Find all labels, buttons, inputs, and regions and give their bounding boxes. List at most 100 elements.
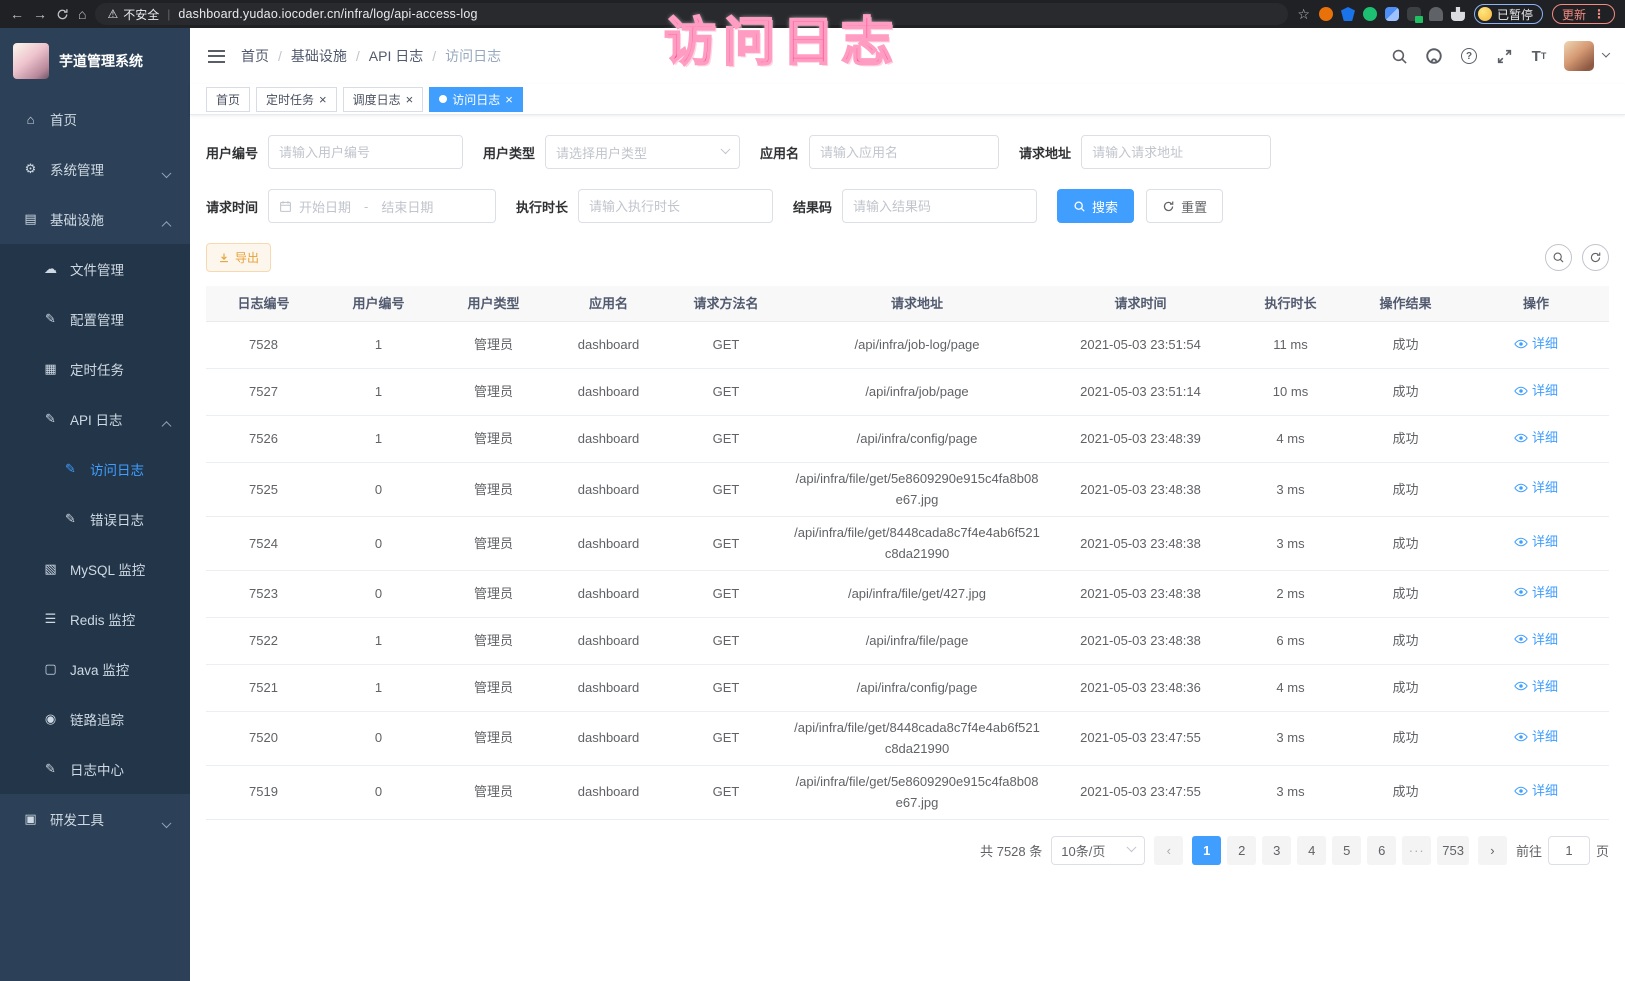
user-type-select[interactable]: 请选择用户类型	[545, 135, 740, 169]
next-page-button[interactable]: ›	[1478, 836, 1507, 865]
security-warning[interactable]: ⚠ 不安全	[107, 6, 159, 23]
detail-link[interactable]: 详细	[1514, 582, 1558, 603]
duration-input[interactable]	[578, 189, 773, 223]
extension-icon[interactable]	[1429, 7, 1443, 21]
reset-button[interactable]: 重置	[1146, 189, 1223, 223]
sidebar-item[interactable]: ▣研发工具	[0, 794, 190, 844]
page-button[interactable]: 5	[1332, 836, 1361, 865]
detail-link[interactable]: 详细	[1514, 726, 1558, 747]
extension-icon[interactable]	[1407, 7, 1421, 21]
detail-link[interactable]: 详细	[1514, 531, 1558, 552]
page-button[interactable]: 753	[1437, 836, 1469, 865]
field-label: 结果码	[793, 197, 832, 216]
sidebar-item[interactable]: ⌂首页	[0, 94, 190, 144]
fullscreen-icon[interactable]	[1494, 46, 1514, 66]
more-pages-icon[interactable]: ···	[1402, 836, 1431, 865]
github-icon[interactable]	[1424, 46, 1444, 66]
cell-app: dashboard	[551, 479, 666, 500]
cell-app: dashboard	[551, 583, 666, 604]
page-button[interactable]: 2	[1227, 836, 1256, 865]
cell-method: GET	[666, 781, 786, 802]
hamburger-icon[interactable]	[206, 46, 227, 67]
prev-page-button[interactable]: ‹	[1154, 836, 1183, 865]
home-button[interactable]: ⌂	[78, 7, 86, 21]
detail-link[interactable]: 详细	[1514, 333, 1558, 354]
extensions-puzzle-icon[interactable]	[1451, 7, 1465, 21]
refresh-button[interactable]	[1582, 244, 1609, 271]
request-url-input[interactable]	[1081, 135, 1271, 169]
close-icon[interactable]: ×	[319, 93, 327, 106]
sidebar-item[interactable]: ▧MySQL 监控	[0, 544, 190, 594]
cell-action: 详细	[1463, 477, 1609, 501]
detail-link[interactable]: 详细	[1514, 676, 1558, 697]
detail-link[interactable]: 详细	[1514, 427, 1558, 448]
extension-icon[interactable]	[1363, 7, 1377, 21]
tab-0[interactable]: 首页	[206, 87, 250, 112]
date-range-picker[interactable]: 开始日期 - 结束日期	[268, 189, 496, 223]
extension-icon[interactable]	[1341, 7, 1355, 21]
back-button[interactable]: ←	[10, 7, 24, 21]
caret-down-icon[interactable]	[1603, 47, 1609, 65]
breadcrumb-item[interactable]: 首页	[241, 46, 269, 66]
tab-2[interactable]: 调度日志×	[343, 87, 424, 112]
sidebar-item-label: 研发工具	[50, 809, 104, 829]
search-button[interactable]: 搜索	[1057, 189, 1134, 223]
page-button[interactable]: 4	[1297, 836, 1326, 865]
cell-action: 详细	[1463, 582, 1609, 606]
app-name-input[interactable]	[809, 135, 999, 169]
search-icon[interactable]	[1389, 46, 1409, 66]
detail-link[interactable]: 详细	[1514, 629, 1558, 650]
extension-icon[interactable]	[1319, 7, 1333, 21]
font-size-icon[interactable]: TT	[1529, 46, 1549, 66]
sidebar-item[interactable]: ✎日志中心	[0, 744, 190, 794]
close-icon[interactable]: ×	[505, 93, 513, 106]
sidebar-item[interactable]: ☁文件管理	[0, 244, 190, 294]
tab-3[interactable]: 访问日志×	[429, 87, 523, 112]
cell-time: 2021-05-03 23:48:38	[1048, 630, 1233, 651]
detail-link[interactable]: 详细	[1514, 380, 1558, 401]
app-logo: 芋道管理系统	[0, 28, 190, 94]
detail-link[interactable]: 详细	[1514, 477, 1558, 498]
bookmark-star-icon[interactable]: ☆	[1297, 7, 1310, 21]
goto-page-input[interactable]	[1548, 836, 1590, 865]
sidebar-item[interactable]: ✎错误日志	[0, 494, 190, 544]
user-id-input[interactable]	[268, 135, 463, 169]
tab-1[interactable]: 定时任务×	[256, 87, 337, 112]
url-text: dashboard.yudao.iocoder.cn/infra/log/api…	[178, 7, 477, 21]
breadcrumb-item[interactable]: API 日志	[369, 46, 423, 66]
help-icon[interactable]: ?	[1459, 46, 1479, 66]
sidebar-item[interactable]: ☰Redis 监控	[0, 594, 190, 644]
chevron-down-icon	[1128, 843, 1135, 858]
detail-link[interactable]: 详细	[1514, 780, 1558, 801]
close-icon[interactable]: ×	[406, 93, 414, 106]
breadcrumb-item[interactable]: 基础设施	[291, 46, 347, 66]
update-button[interactable]: 更新 ⋮	[1552, 4, 1615, 24]
sidebar-item[interactable]: ✎访问日志	[0, 444, 190, 494]
range-separator: -	[358, 199, 374, 214]
sidebar-item[interactable]: ✎配置管理	[0, 294, 190, 344]
reload-button[interactable]	[56, 8, 69, 21]
toggle-search-button[interactable]	[1545, 244, 1572, 271]
export-button[interactable]: 导出	[206, 243, 271, 272]
sidebar-item[interactable]: ✎API 日志	[0, 394, 190, 444]
extension-icon[interactable]	[1385, 7, 1399, 21]
page-button[interactable]: 6	[1367, 836, 1396, 865]
sidebar-item[interactable]: ▦定时任务	[0, 344, 190, 394]
address-bar[interactable]: ⚠ 不安全 | dashboard.yudao.iocoder.cn/infra…	[95, 3, 1288, 25]
result-code-input[interactable]	[842, 189, 1037, 223]
page-size-select[interactable]: 10条/页	[1051, 836, 1145, 865]
app-title: 芋道管理系统	[59, 51, 143, 71]
sidebar-item[interactable]: ◉链路追踪	[0, 694, 190, 744]
forward-button[interactable]: →	[33, 7, 47, 21]
sidebar-item[interactable]: ▤基础设施	[0, 194, 190, 244]
page-button[interactable]: 1	[1192, 836, 1221, 865]
sidebar-item[interactable]: ▢Java 监控	[0, 644, 190, 694]
column-header: 请求时间	[1048, 293, 1233, 314]
avatar[interactable]	[1564, 41, 1594, 71]
browser-menu-dots-icon[interactable]: ⋮	[1593, 7, 1605, 21]
sidebar-item[interactable]: ⚙系统管理	[0, 144, 190, 194]
page-button[interactable]: 3	[1262, 836, 1291, 865]
mysql-icon: ▧	[42, 561, 59, 577]
chevron-up-icon	[163, 219, 170, 234]
paused-badge[interactable]: 已暂停	[1474, 4, 1543, 24]
